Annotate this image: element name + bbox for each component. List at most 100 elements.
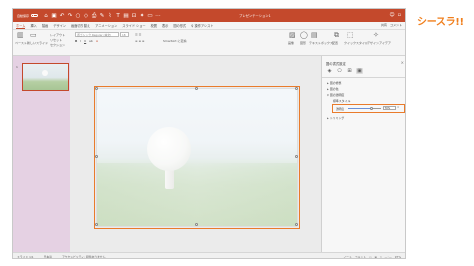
slide-thumbnail-pane: 1	[13, 56, 70, 252]
tab-item[interactable]: 図の形式	[173, 23, 186, 28]
slide-number: 1	[16, 65, 18, 69]
resize-handle[interactable]	[195, 223, 198, 226]
shapes-label[interactable]: 図形	[300, 41, 306, 45]
language[interactable]: 日本語	[44, 255, 52, 259]
quick-styles-icon[interactable]: ⬚	[347, 32, 354, 39]
resize-handle[interactable]	[295, 155, 298, 158]
design-ideas-icon[interactable]: ✧	[373, 32, 379, 39]
picture-icon[interactable]: ▨	[289, 32, 296, 39]
font-size-select[interactable]: 18	[120, 32, 129, 37]
arrange-icon[interactable]: ⧉	[334, 32, 339, 39]
shapes-icon[interactable]: ◯	[300, 32, 308, 39]
section-color[interactable]: ▶図の色	[327, 87, 339, 91]
sorter-view-icon[interactable]: ⊞	[375, 255, 377, 259]
brush-icon[interactable]: ⌇	[106, 12, 114, 20]
resize-handle[interactable]	[95, 87, 98, 90]
resize-handle[interactable]	[295, 87, 298, 90]
smartart-button[interactable]: SmartArt に変換	[163, 39, 187, 43]
circle-icon[interactable]: ○	[74, 12, 82, 20]
underline-button[interactable]: U	[84, 39, 86, 43]
bold-button[interactable]: B	[75, 39, 77, 43]
tab-item[interactable]: 表示	[162, 23, 168, 28]
tell-me[interactable]: ♀ 操作アシスト	[191, 23, 213, 29]
print-icon[interactable]: ⎙	[90, 12, 98, 20]
strike-button[interactable]: ab	[89, 39, 93, 43]
new-slide-icon[interactable]: ▭	[30, 32, 37, 39]
pen-icon[interactable]: ✎	[98, 12, 106, 20]
save-icon[interactable]: ▣	[50, 12, 58, 20]
resize-handle[interactable]	[95, 155, 98, 158]
tab-item[interactable]: デザイン	[53, 23, 66, 28]
comment-button[interactable]: コメント	[390, 23, 402, 28]
lock-icon[interactable]: ⊡	[130, 12, 138, 20]
tab-item[interactable]: ホーム	[16, 23, 26, 29]
fill-icon[interactable]: ◈	[326, 68, 333, 74]
share-button[interactable]: 共有	[381, 23, 387, 28]
align-button[interactable]: ≡ ≡ ≡	[135, 39, 144, 43]
bullets-button[interactable]: ☰ ☰	[135, 33, 141, 37]
transparency-highlight: 透明度 70% ⇕	[332, 104, 405, 113]
present-icon[interactable]: ▭	[146, 12, 154, 20]
reading-view-icon[interactable]: ▯	[380, 255, 382, 259]
tab-item[interactable]: アニメーション	[95, 23, 117, 28]
tab-item[interactable]: 校閲	[151, 23, 157, 28]
font-name-select[interactable]: 游ゴシック Regular (本文)	[75, 32, 119, 37]
status-right: ノート コメント ▭ ⊞ ▯ —◦— 97%	[343, 255, 401, 259]
section-button[interactable]: セクション	[50, 43, 65, 47]
transparency-input[interactable]: 70%	[383, 106, 396, 110]
section-transparency[interactable]: ▼図の透明度	[327, 93, 344, 97]
zoom-level[interactable]: 97%	[395, 255, 401, 259]
italic-button[interactable]: I	[80, 39, 81, 43]
comments-button[interactable]: コメント	[355, 255, 366, 259]
paste-icon[interactable]: ▥	[17, 32, 24, 39]
paste-label[interactable]: ペースト	[15, 41, 27, 45]
new-slide-label[interactable]: 新しいスライド	[27, 41, 48, 45]
layout-button[interactable]: レイアウト	[50, 33, 65, 37]
pentagon-icon[interactable]: ⬠	[336, 68, 343, 74]
section-corrections[interactable]: ▶図の修整	[327, 81, 341, 85]
shapes-icon[interactable]: ◇	[82, 12, 90, 20]
resize-handle[interactable]	[195, 87, 198, 90]
home-icon[interactable]: ⌂	[42, 12, 50, 20]
picture-icon[interactable]: ▤	[122, 12, 130, 20]
redo-icon[interactable]: ↷	[66, 12, 74, 20]
autosave-toggle[interactable]	[31, 13, 39, 18]
textbox-icon[interactable]: ▤	[311, 32, 318, 39]
resize-handle[interactable]	[295, 223, 298, 226]
transparency-knob[interactable]	[369, 107, 373, 110]
slide-thumbnail[interactable]	[22, 63, 69, 91]
share-area: 共有 コメント	[362, 23, 402, 28]
undo-icon[interactable]: ↶	[58, 12, 66, 20]
status-bar: スライド 1/1 日本語 アクセシビリティ: 問題ありません ノート コメント …	[13, 252, 405, 259]
tab-item[interactable]: 描画	[42, 23, 48, 28]
slide[interactable]	[94, 86, 300, 229]
accessibility-status[interactable]: アクセシビリティ: 問題ありません	[62, 255, 105, 259]
user-icon[interactable]: ☺	[389, 12, 394, 18]
tab-item[interactable]: 挿入	[30, 23, 36, 28]
normal-view-icon[interactable]: ▭	[369, 255, 372, 259]
preset-row[interactable]: 標準スタイル	[333, 99, 350, 103]
picture-tab-icon[interactable]: ▣	[356, 68, 363, 74]
powerpoint-window: 自動保存 ⌂ ▣ ↶ ↷ ○ ◇ ⎙ ✎ ⌇ T ▤ ⊡ ✦ ▭ ⋯ プレゼンテ…	[12, 8, 406, 259]
more-icon[interactable]: ⋯	[154, 12, 162, 20]
section-crop[interactable]: ▶トリミング	[327, 116, 344, 120]
reset-button[interactable]: リセット	[50, 38, 62, 42]
resize-handle[interactable]	[95, 223, 98, 226]
textbox-label[interactable]: テキストボックス	[309, 41, 333, 45]
close-icon[interactable]: ×	[401, 60, 404, 65]
zoom-slider[interactable]: —◦—	[385, 255, 392, 259]
tab-item[interactable]: 画面切り替え	[71, 23, 90, 28]
tab-item[interactable]: スライド ショー	[122, 23, 145, 28]
arrange-label[interactable]: 配置	[332, 41, 338, 45]
design-ideas-label[interactable]: デザインアイデア	[367, 41, 391, 45]
star-icon[interactable]: ✦	[138, 12, 146, 20]
size-icon[interactable]: ⊞	[346, 68, 353, 74]
window-icon[interactable]: ▫	[398, 12, 401, 18]
font-color-button[interactable]: A	[96, 39, 98, 43]
transparency-slider[interactable]	[348, 107, 381, 110]
notes-button[interactable]: ノート	[343, 255, 351, 259]
spinner-icon[interactable]: ⇕	[397, 106, 399, 109]
text-icon[interactable]: T	[114, 12, 122, 20]
picture-label[interactable]: 画像	[288, 41, 294, 45]
quick-styles-label[interactable]: クイックスタイル	[344, 41, 368, 45]
